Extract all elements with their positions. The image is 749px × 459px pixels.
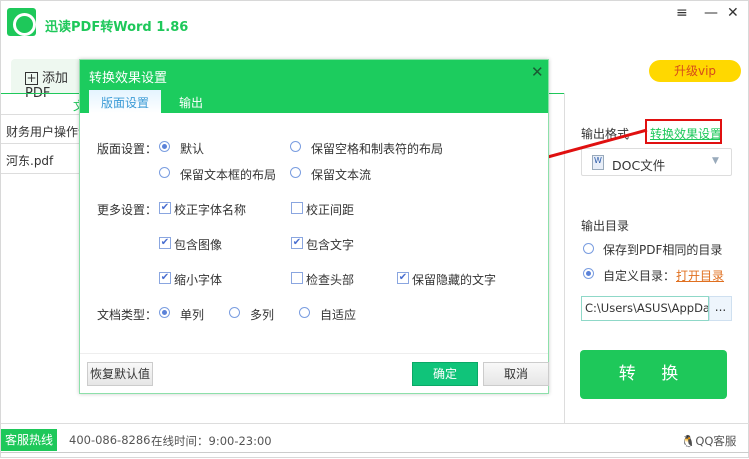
- cancel-button[interactable]: 取消: [483, 362, 549, 386]
- radio-layout-textflow[interactable]: [290, 167, 301, 178]
- checkbox-label: 包含图像: [174, 238, 223, 252]
- option-label: 保留文本流: [311, 168, 372, 182]
- option-label: 保留空格和制表符的布局: [311, 142, 444, 156]
- option-label: 自适应: [320, 308, 357, 322]
- checkbox-fix-font-name[interactable]: ✔: [159, 202, 171, 214]
- effect-settings-dialog: 转换效果设置 ✕ 版面设置 输出 版面设置： 默认 保留空格和制表符的布局 保留…: [79, 59, 549, 394]
- checkbox-label: 校正字体名称: [174, 203, 247, 217]
- option-label: 默认: [180, 142, 205, 156]
- option-label: 保留文本框的布局: [180, 168, 277, 182]
- more-settings-label: 更多设置：: [97, 203, 158, 217]
- radio-single-column[interactable]: [159, 307, 170, 318]
- radio-multi-column[interactable]: [229, 307, 240, 318]
- checkbox-check-header[interactable]: [291, 272, 303, 284]
- tab-layout[interactable]: 版面设置: [89, 90, 162, 113]
- radio-layout-textbox[interactable]: [159, 167, 170, 178]
- checkbox-label: 保留隐藏的文字: [412, 273, 497, 287]
- checkbox-label: 缩小字体: [174, 273, 223, 287]
- checkbox-keep-hidden-text[interactable]: ✔: [397, 272, 409, 284]
- option-label: 多列: [250, 308, 275, 322]
- checkbox-label: 校正间距: [306, 203, 355, 217]
- checkbox-shrink-font[interactable]: ✔: [159, 272, 171, 284]
- dialog-title: 转换效果设置: [89, 71, 168, 86]
- checkbox-include-images[interactable]: ✔: [159, 237, 171, 249]
- checkbox-fix-spacing[interactable]: [291, 202, 303, 214]
- restore-defaults-button[interactable]: 恢复默认值: [87, 362, 153, 386]
- option-label: 单列: [180, 308, 205, 322]
- checkbox-label: 包含文字: [306, 238, 355, 252]
- checkbox-label: 检查头部: [306, 273, 355, 287]
- checkbox-include-text[interactable]: ✔: [291, 237, 303, 249]
- radio-layout-default[interactable]: [159, 141, 170, 152]
- tab-output[interactable]: 输出: [167, 90, 215, 113]
- divider: [80, 353, 548, 354]
- app-window: 迅读PDF转Word 1.86 ≡ — ✕ +添加PDF 升级vip 文 财务用…: [0, 0, 749, 458]
- doc-type-label: 文档类型：: [97, 308, 158, 322]
- radio-layout-keep-spaces[interactable]: [290, 141, 301, 152]
- dialog-close-button[interactable]: ✕: [531, 63, 544, 81]
- ok-button[interactable]: 确定: [412, 362, 478, 386]
- radio-adaptive[interactable]: [299, 307, 310, 318]
- layout-label: 版面设置：: [97, 142, 158, 156]
